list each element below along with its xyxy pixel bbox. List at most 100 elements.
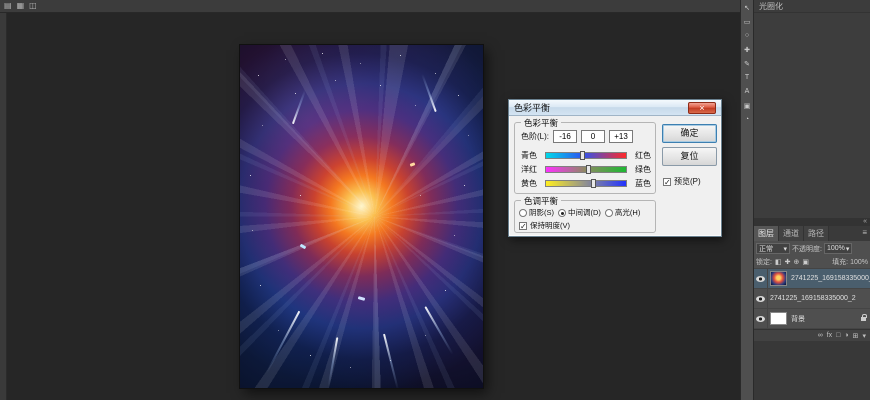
magenta-green-slider[interactable]	[545, 166, 627, 173]
layer-mask-icon[interactable]: □	[836, 332, 840, 339]
preserve-luminosity-label: 保持明度(V)	[530, 220, 570, 231]
panel-header: 光圈化	[754, 0, 870, 13]
preserve-luminosity-checkbox[interactable]	[519, 222, 527, 230]
star-field	[240, 45, 241, 46]
opacity-value[interactable]: 100% ▾	[824, 243, 852, 254]
color-balance-dialog: 色彩平衡 × 色彩平衡 色阶(L): 青色 红色 洋红 绿色 黄色	[508, 99, 722, 237]
green-label: 绿色	[630, 164, 651, 175]
document-image[interactable]	[240, 45, 483, 388]
photoshop-window: ▤ ▦ ◫ 色彩平衡 × 色彩平衡 色阶(L):	[0, 0, 870, 400]
layer-thumbnail[interactable]	[770, 271, 787, 286]
shape-tool-icon[interactable]: A	[742, 86, 753, 97]
yellow-blue-slider[interactable]	[545, 180, 627, 187]
group-title: 色调平衡	[521, 195, 561, 207]
blend-mode-select[interactable]: 正常 ▾	[756, 243, 790, 254]
menu-bar: ▤ ▦ ◫	[0, 0, 740, 13]
tone-balance-group: 色调平衡 阴影(S) 中间调(D) 高光(H) 保持明度(V)	[514, 200, 656, 233]
shadows-label: 阴影(S)	[529, 207, 554, 218]
group-title: 色彩平衡	[521, 117, 561, 129]
visibility-cell[interactable]	[754, 269, 768, 289]
left-edge-strip	[0, 13, 7, 400]
blue-label: 蓝色	[630, 178, 651, 189]
panel-tabs: 图层 通道 路径 ≡	[754, 226, 870, 241]
magenta-label: 洋红	[521, 164, 542, 175]
visibility-cell[interactable]	[754, 289, 768, 309]
type-tool-icon[interactable]: T	[742, 72, 753, 83]
move-tool-icon[interactable]: ↖	[742, 2, 753, 13]
red-label: 红色	[630, 150, 651, 161]
layer-thumbnail[interactable]	[770, 312, 787, 325]
panel-footer-area	[754, 341, 870, 400]
preview-checkbox[interactable]	[663, 178, 671, 186]
new-layer-icon[interactable]: ⊞	[853, 332, 859, 340]
tab-layers[interactable]: 图层	[754, 226, 779, 241]
highlights-label: 高光(H)	[615, 207, 640, 218]
dialog-title-bar[interactable]: 色彩平衡 ×	[509, 100, 721, 116]
layers-panel: 图层 通道 路径 ≡ 正常 ▾ 不透明度: 100% ▾ 锁定: ◧ ✚	[754, 226, 870, 341]
tab-paths[interactable]: 路径	[804, 226, 829, 241]
cyan-red-slider[interactable]	[545, 152, 627, 159]
level-input-yellow-blue[interactable]	[609, 130, 633, 143]
layers-panel-footer: ∞ fx □ ◑ ⊞ ▾	[754, 329, 870, 341]
lock-label: 锁定:	[756, 257, 772, 267]
panel-menu-icon[interactable]: ≡	[859, 226, 870, 241]
collapse-panels-icon[interactable]: «	[754, 218, 870, 226]
layer-row[interactable]: 2741225_169158335000_2	[754, 289, 870, 309]
tool-bar: ↖ ▭ ○ ✚ ✎ T A ▣ ◔	[740, 0, 753, 400]
slider-handle[interactable]	[591, 179, 596, 188]
screen-mode-icon[interactable]: ◫	[29, 2, 37, 10]
zoom-tool-icon[interactable]: ◔	[742, 114, 753, 125]
shadows-radio[interactable]	[519, 209, 527, 217]
color-balance-group: 色彩平衡 色阶(L): 青色 红色 洋红 绿色 黄色 蓝色	[514, 122, 656, 194]
eye-icon	[756, 276, 765, 282]
marquee-tool-icon[interactable]: ▭	[742, 16, 753, 27]
tab-channels[interactable]: 通道	[779, 226, 804, 241]
panel-dock: 光圈化 « 图层 通道 路径 ≡ 正常 ▾ 不透明度: 100% ▾	[753, 0, 870, 400]
highlights-radio[interactable]	[605, 209, 613, 217]
lock-pixels-icon[interactable]: ✚	[785, 258, 791, 266]
blend-mode-value: 正常	[759, 244, 773, 254]
chevron-down-icon: ▾	[783, 245, 787, 253]
reset-button[interactable]: 复位	[662, 147, 717, 166]
layer-name[interactable]: 2741225_169158335000_2	[768, 295, 870, 302]
opacity-label: 不透明度:	[792, 244, 822, 254]
crop-tool-icon[interactable]: ✚	[742, 44, 753, 55]
level-input-cyan-red[interactable]	[553, 130, 577, 143]
visibility-cell[interactable]	[754, 309, 768, 329]
lock-transparency-icon[interactable]: ◧	[775, 258, 782, 266]
slider-handle[interactable]	[580, 151, 585, 160]
eye-icon	[756, 296, 765, 302]
close-icon[interactable]: ×	[688, 102, 716, 114]
lock-row: 锁定: ◧ ✚ ⊕ ▣ 填充: 100%	[754, 256, 870, 269]
level-input-magenta-green[interactable]	[581, 130, 605, 143]
layer-row[interactable]: 2741225_169158335000_2 ..	[754, 269, 870, 289]
opacity-value-text: 100%	[827, 245, 845, 252]
ok-button[interactable]: 确定	[662, 124, 717, 143]
preserve-luminosity-row: 保持明度(V)	[519, 220, 572, 231]
cyan-red-slider-row: 青色 红色	[521, 150, 651, 161]
panel-header-title: 光圈化	[759, 2, 783, 11]
adjustment-layer-icon[interactable]: ◑	[844, 332, 848, 339]
slider-handle[interactable]	[586, 165, 591, 174]
panel-empty-area	[754, 13, 870, 218]
brush-tool-icon[interactable]: ✎	[742, 58, 753, 69]
link-layers-icon[interactable]: ∞	[818, 332, 823, 339]
layer-name[interactable]: 2741225_169158335000_2 ..	[789, 275, 870, 282]
layer-name[interactable]: 背景	[789, 314, 859, 324]
layer-row[interactable]: 背景	[754, 309, 870, 329]
fill-value[interactable]: 100%	[850, 259, 868, 266]
lock-position-icon[interactable]: ⊕	[793, 258, 799, 266]
lock-icon	[861, 317, 866, 321]
midtones-radio[interactable]	[558, 209, 566, 217]
workspace-icon[interactable]: ▦	[17, 2, 25, 10]
lasso-tool-icon[interactable]: ○	[742, 30, 753, 41]
explosion-rays	[240, 45, 483, 388]
color-levels-row: 色阶(L):	[521, 130, 633, 143]
preview-label: 预览(P)	[674, 176, 701, 187]
delete-layer-icon[interactable]: ▾	[862, 332, 866, 340]
fill-label: 填充:	[832, 257, 848, 267]
lock-all-icon[interactable]: ▣	[802, 258, 809, 266]
layer-style-icon[interactable]: fx	[827, 332, 832, 339]
hand-tool-icon[interactable]: ▣	[742, 100, 753, 111]
chevron-down-icon: ▾	[846, 245, 850, 253]
